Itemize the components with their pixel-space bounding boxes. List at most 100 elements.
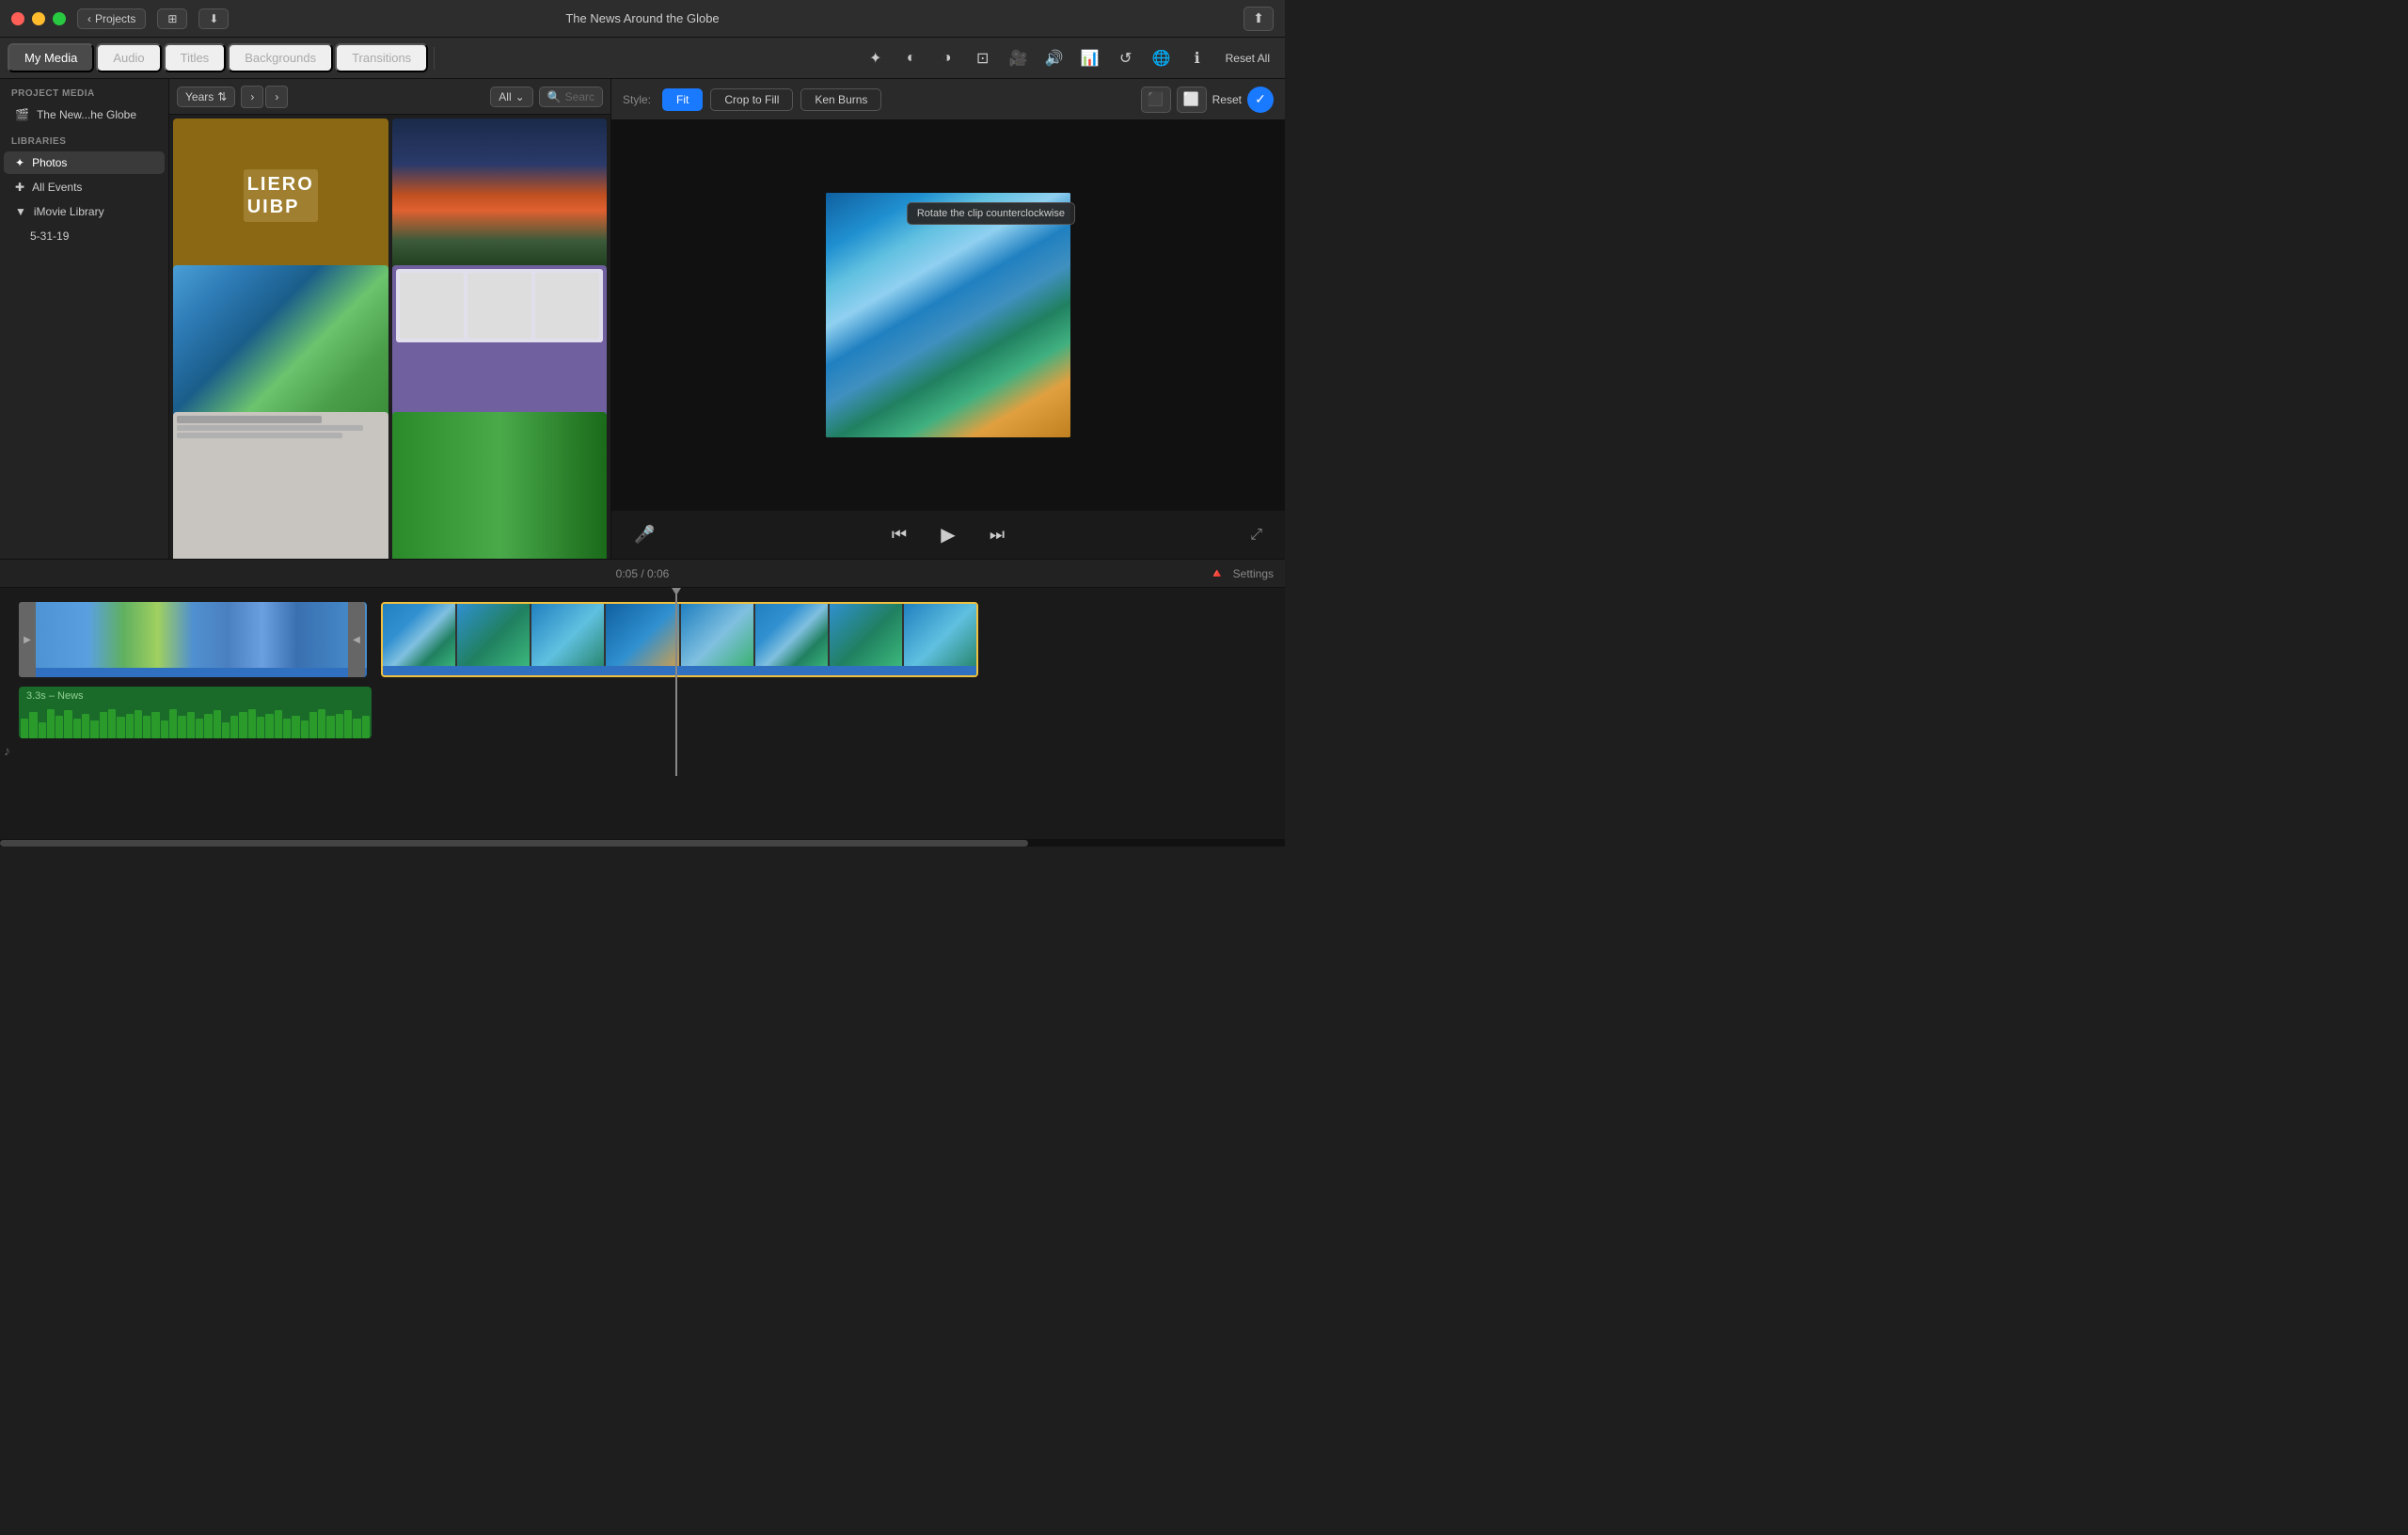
style-ken-burns-button[interactable]: Ken Burns [800,88,881,111]
search-icon: 🔍 [547,90,562,103]
all-selector[interactable]: All ⌄ [490,87,532,107]
media-thumb-screenshot[interactable] [173,412,388,559]
style-fit-button[interactable]: Fit [662,88,703,111]
media-grid: LIEROUIBP [169,115,610,559]
preview-image: Rotate the clip counterclockwise [826,193,1070,437]
clip-audio[interactable]: 3.3s – News [19,687,372,738]
sidebar-item-imovie-library[interactable]: ▼ iMovie Library [4,200,165,223]
refresh-icon-btn[interactable]: ↺ [1111,43,1141,73]
grid-view-button[interactable]: ⊞ [157,8,187,29]
info-icon-btn[interactable]: ℹ [1182,43,1212,73]
media-thumb-purple[interactable] [392,265,608,419]
fullscreen-expand-button[interactable]: ⤢ [1250,527,1262,544]
updown-icon: ⇅ [217,90,227,103]
playhead [675,588,677,776]
years-label: Years [185,90,214,103]
titlebar: ‹ Projects ⊞ ⬇ The News Around the Globe… [0,0,1285,38]
date-label: 5-31-19 [30,229,69,243]
bars-icon-btn[interactable]: 📊 [1075,43,1105,73]
tab-backgrounds[interactable]: Backgrounds [228,43,333,72]
fullscreen-button[interactable] [53,12,66,25]
timeline-scrollbar-thumb[interactable] [0,840,1028,847]
share-button[interactable]: ⬆ [1244,7,1274,31]
colors-icon-btn[interactable]: ◑ [932,43,962,73]
crop-icon-btn[interactable]: ⊡ [968,43,998,73]
project-name: The New...he Globe [37,108,136,121]
main-content: PROJECT MEDIA 🎬 The New...he Globe LIBRA… [0,79,1285,847]
triangle-icon: ▼ [15,205,26,218]
timeline-content: ▶ ◀ [0,588,1285,776]
music-note-icon: ♪ [4,743,10,758]
tab-audio[interactable]: Audio [96,43,161,72]
clip-handle-left[interactable]: ▶ [19,602,36,677]
tab-titles[interactable]: Titles [164,43,227,72]
preview-rotate-right-btn[interactable]: ⬜ [1177,87,1207,113]
preview-controls: 🎤 ⏮ ▶ ⏭ ⤢ [611,510,1285,559]
top-section: PROJECT MEDIA 🎬 The New...he Globe LIBRA… [0,79,1285,559]
clip-map[interactable] [19,602,367,677]
download-icon: ⬇ [209,12,218,25]
download-button[interactable]: ⬇ [198,8,229,29]
style-crop-button[interactable]: Crop to Fill [710,88,793,111]
media-thumb-word-game[interactable]: LIEROUIBP [173,119,388,272]
preview-rotate-left-btn[interactable]: ⬛ [1141,87,1171,113]
back-projects-button[interactable]: ‹ Projects [77,8,146,29]
search-box[interactable]: 🔍 Searc [539,87,603,107]
audio-waveform [19,705,372,738]
chevron-down-icon: ⌄ [515,90,525,103]
back-arrow-icon: ‹ [87,12,91,25]
media-thumb-night-scene[interactable] [392,119,608,272]
halfcircle-icon-btn[interactable]: ◐ [896,43,927,73]
clip-handle-right[interactable]: ◀ [348,602,365,677]
media-panel: Years ⇅ › › All ⌄ 🔍 Searc [169,79,611,559]
sidebar-item-date[interactable]: 5-31-19 [4,225,165,247]
close-button[interactable] [11,12,24,25]
camera-icon-btn[interactable]: 🎥 [1004,43,1034,73]
tab-transitions[interactable]: Transitions [335,43,428,72]
media-thumb-green[interactable] [392,412,608,559]
volume-icon-btn[interactable]: 🔊 [1039,43,1069,73]
sidebar-item-project[interactable]: 🎬 The New...he Globe [4,103,165,126]
skip-back-button[interactable]: ⏮ [882,518,916,552]
preview-viewport: Rotate the clip counterclockwise [611,120,1285,510]
all-label: All [499,90,511,103]
skip-forward-button[interactable]: ⏭ [980,518,1014,552]
preview-panel: Style: Fit Crop to Fill Ken Burns ⬛ ⬜ Re… [611,79,1285,559]
nav-arrows: › › [241,86,288,108]
magic-wand-icon-btn[interactable]: ✦ [861,43,891,73]
timeline-settings: 🔺 Settings [1209,565,1274,581]
plus-icon: ✚ [15,181,24,194]
imovie-library-label: iMovie Library [34,205,104,218]
settings-button[interactable]: Settings [1233,567,1274,580]
preview-reset-button[interactable]: Reset [1212,93,1242,106]
style-label: Style: [623,93,651,106]
globe-icon-btn[interactable]: 🌐 [1147,43,1177,73]
preview-style-bar: Style: Fit Crop to Fill Ken Burns ⬛ ⬜ Re… [611,79,1285,120]
years-selector[interactable]: Years ⇅ [177,87,235,107]
audio-clip-label: 3.3s – News [26,690,84,702]
tab-my-media[interactable]: My Media [8,43,94,72]
photos-label: Photos [32,156,67,169]
zoom-icon: 🔺 [1209,565,1225,581]
prev-arrow[interactable]: › [241,86,263,108]
top-toolbar: My Media Audio Titles Backgrounds Transi… [0,38,1285,79]
sidebar-item-photos[interactable]: ✦ Photos [4,151,165,174]
timeline-scrollbar[interactable] [0,839,1285,847]
media-thumb-waterfall[interactable] [173,265,388,419]
preview-tools-right: ⬛ ⬜ Reset ✓ [1141,87,1274,113]
titlebar-right: ⬆ [1244,7,1274,31]
toolbar-divider [434,47,435,70]
reset-all-button[interactable]: Reset All [1218,48,1277,69]
clip-waterfall[interactable] [381,602,978,677]
traffic-lights [11,12,66,25]
play-button[interactable]: ▶ [931,518,965,552]
sidebar-item-all-events[interactable]: ✚ All Events [4,176,165,198]
all-events-label: All Events [32,181,82,194]
microphone-button[interactable]: 🎤 [634,525,655,545]
next-arrow[interactable]: › [265,86,288,108]
minimize-button[interactable] [32,12,45,25]
preview-confirm-button[interactable]: ✓ [1247,87,1274,113]
timeline-container: 0:05 / 0:06 🔺 Settings ▶ ◀ [0,559,1285,847]
grid-icon: ⊞ [167,12,177,25]
timeline-header: 0:05 / 0:06 🔺 Settings [0,560,1285,588]
